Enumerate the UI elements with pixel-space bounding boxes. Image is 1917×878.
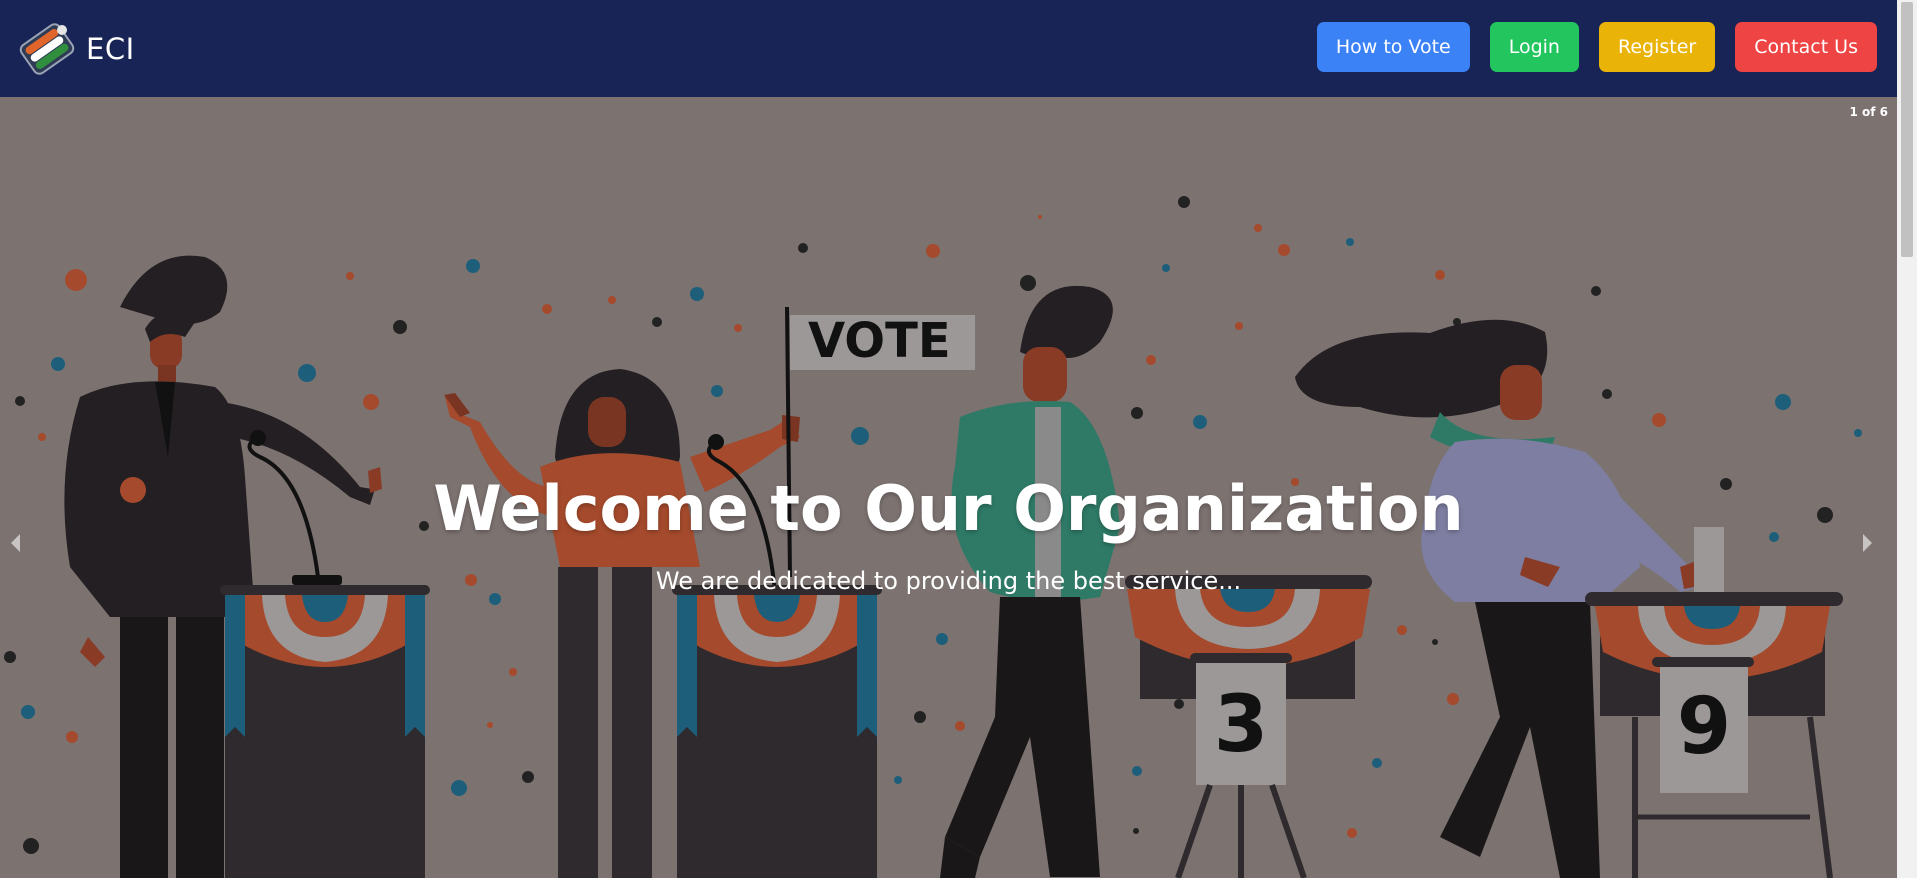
hero-carousel: VOTE 3 9 1 of 6 Welcome to Our Organizat… xyxy=(0,97,1897,878)
contact-us-button[interactable]: Contact Us xyxy=(1735,22,1877,72)
brand[interactable]: ECI xyxy=(18,20,135,78)
hero-subtitle: We are dedicated to providing the best s… xyxy=(655,567,1242,595)
slide-counter: 1 of 6 xyxy=(1849,105,1888,119)
podium-number-9: 9 xyxy=(1677,682,1731,772)
scrollbar-thumb[interactable] xyxy=(1901,2,1913,257)
chevron-right-icon[interactable] xyxy=(1855,525,1879,561)
login-button[interactable]: Login xyxy=(1489,22,1579,72)
podium-3: 3 xyxy=(1125,575,1372,878)
top-navbar: ECI How to Vote Login Register Contact U… xyxy=(0,0,1897,97)
podium-number-3: 3 xyxy=(1214,680,1268,770)
hero-title: Welcome to Our Organization xyxy=(433,472,1464,545)
vertical-scrollbar[interactable] xyxy=(1897,0,1917,878)
brand-name: ECI xyxy=(86,31,135,66)
chevron-left-icon[interactable] xyxy=(4,525,28,561)
ballot-stripes-logo-icon xyxy=(19,22,75,75)
nav-buttons: How to Vote Login Register Contact Us xyxy=(1316,22,1877,72)
register-button[interactable]: Register xyxy=(1598,22,1716,72)
how-to-vote-button[interactable]: How to Vote xyxy=(1316,22,1470,72)
vote-sign-text: VOTE xyxy=(808,313,951,369)
